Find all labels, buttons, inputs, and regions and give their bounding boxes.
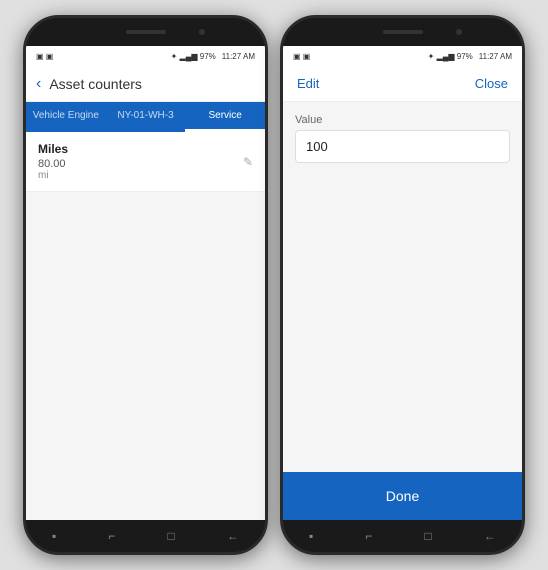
bottom-back-icon[interactable]: ←	[227, 529, 239, 543]
phone-top-bar-right	[283, 18, 522, 46]
status-icons-left: ▣ ▣	[36, 52, 53, 61]
status-right-right: ✦ ▂▄▆ 97% 11:27 AM	[428, 52, 512, 61]
value-input[interactable]: 100	[295, 130, 510, 163]
miles-list-item: Miles 80.00 mi ✎	[26, 132, 265, 192]
content-left: Miles 80.00 mi ✎	[26, 132, 265, 520]
phone-left: ▣ ▣ ✦ ▂▄▆ 97% 11:27 AM ‹ Asset counters …	[23, 15, 268, 555]
status-right-icons: ▣ ▣	[293, 52, 310, 61]
close-button[interactable]: Close	[475, 76, 508, 91]
phone-right: ▣ ▣ ✦ ▂▄▆ 97% 11:27 AM Edit Close Value …	[280, 15, 525, 555]
edit-label[interactable]: Edit	[297, 76, 319, 91]
tab-ny-01-wh-3[interactable]: NY-01-WH-3	[106, 102, 186, 132]
nav-bar-left: ‹ Asset counters	[26, 66, 265, 102]
bottom-back-icon-r[interactable]: ←	[484, 529, 496, 543]
status-bar-right: ▣ ▣ ✦ ▂▄▆ 97% 11:27 AM	[283, 46, 522, 66]
signal-time-right: ✦ ▂▄▆ 97%	[428, 52, 473, 61]
status-right-left: ✦ ▂▄▆ 97% 11:27 AM	[171, 52, 255, 61]
speaker-left	[126, 30, 166, 34]
done-label: Done	[386, 488, 419, 504]
nav-title-left: Asset counters	[49, 76, 142, 92]
bottom-home-icon[interactable]: □	[168, 529, 175, 543]
tab-bar: Vehicle Engine NY-01-WH-3 Service	[26, 102, 265, 132]
camera-right	[456, 29, 462, 35]
screen-right: ▣ ▣ ✦ ▂▄▆ 97% 11:27 AM Edit Close Value …	[283, 46, 522, 520]
time-left: 11:27 AM	[222, 52, 255, 61]
time-right: 11:27 AM	[479, 52, 512, 61]
speaker-right	[383, 30, 423, 34]
done-button[interactable]: Done	[283, 472, 522, 520]
screen-left: ▣ ▣ ✦ ▂▄▆ 97% 11:27 AM ‹ Asset counters …	[26, 46, 265, 520]
edit-nav-bar: Edit Close	[283, 66, 522, 102]
value-field-label: Value	[295, 114, 510, 126]
edit-pencil-icon[interactable]: ✎	[243, 155, 253, 169]
bottom-recent-icon[interactable]: ⌐	[108, 529, 115, 543]
tab-service[interactable]: Service	[185, 102, 265, 132]
camera-left	[199, 29, 205, 35]
status-left-icons: ▣ ▣	[36, 52, 53, 61]
phone-bottom-left: ▪ ⌐ □ ←	[26, 520, 265, 552]
signal-time-left: ✦ ▂▄▆ 97%	[171, 52, 216, 61]
status-bar-left: ▣ ▣ ✦ ▂▄▆ 97% 11:27 AM	[26, 46, 265, 66]
miles-unit: mi	[38, 170, 253, 181]
bottom-home-icon-r[interactable]: □	[425, 529, 432, 543]
phone-bottom-right: ▪ ⌐ □ ←	[283, 520, 522, 552]
bottom-recent-icon-r[interactable]: ⌐	[365, 529, 372, 543]
bottom-square-icon-r[interactable]: ▪	[309, 529, 313, 543]
phone-top-bar-left	[26, 18, 265, 46]
edit-content: Value 100	[283, 102, 522, 472]
miles-title: Miles	[38, 142, 253, 156]
miles-value: 80.00	[38, 158, 253, 170]
tab-vehicle-engine[interactable]: Vehicle Engine	[26, 102, 106, 132]
bottom-square-icon[interactable]: ▪	[52, 529, 56, 543]
status-icons-right: ▣ ▣	[293, 52, 310, 61]
back-button[interactable]: ‹	[36, 75, 41, 93]
